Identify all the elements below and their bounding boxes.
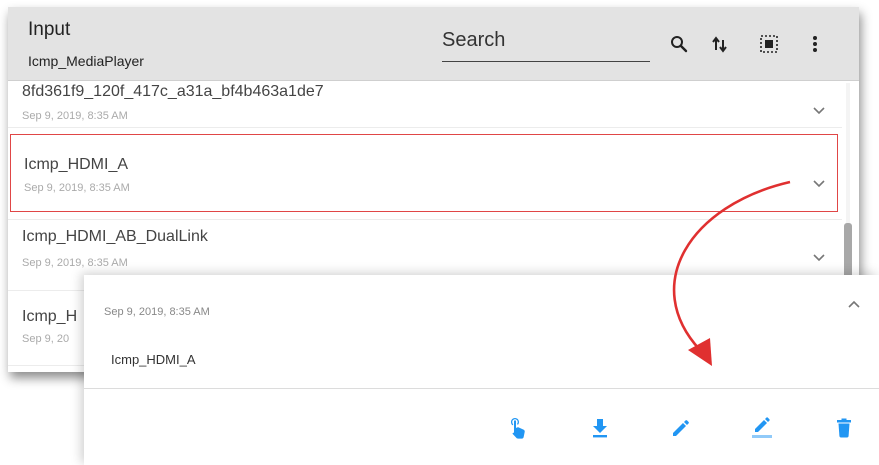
list-item-title: Icmp_HDMI_AB_DualLink xyxy=(22,228,208,245)
list-item-selected[interactable]: Icmp_HDMI_A Sep 9, 2019, 8:35 AM xyxy=(10,134,838,212)
page-title: Input xyxy=(28,19,71,40)
list-item-title: 8fd361f9_120f_417c_a31a_bf4b463a1de7 xyxy=(22,83,324,100)
sort-icon[interactable] xyxy=(709,33,731,55)
search-icon[interactable] xyxy=(668,33,690,55)
list-header: Input Icmp_MediaPlayer Search xyxy=(8,7,859,81)
chevron-down-icon[interactable] xyxy=(812,105,826,115)
edit-underline-icon[interactable] xyxy=(749,415,775,441)
touch-icon[interactable] xyxy=(506,415,532,441)
download-icon[interactable] xyxy=(587,415,613,441)
chevron-down-icon[interactable] xyxy=(812,252,826,262)
search-input[interactable]: Search xyxy=(442,29,505,52)
detail-name: Icmp_HDMI_A xyxy=(111,352,196,367)
expanded-item-card: Sep 9, 2019, 8:35 AM Icmp_HDMI_A xyxy=(84,275,879,465)
list-item-date: Sep 9, 2019, 8:35 AM xyxy=(24,182,130,194)
detail-date: Sep 9, 2019, 8:35 AM xyxy=(104,306,210,318)
list-item-date: Sep 9, 20 xyxy=(22,333,70,345)
divider xyxy=(84,388,879,389)
scrollbar-thumb[interactable] xyxy=(844,223,852,283)
list-item-title: Icmp_HDMI_A xyxy=(24,156,129,173)
list-item-title: Icmp_H xyxy=(22,308,78,325)
divider xyxy=(8,127,842,128)
list-item-date: Sep 9, 2019, 8:35 AM xyxy=(22,257,128,269)
chevron-up-icon[interactable] xyxy=(847,299,861,309)
select-all-icon[interactable] xyxy=(758,33,780,55)
delete-icon[interactable] xyxy=(831,415,857,441)
list-item-date: Sep 9, 2019, 8:35 AM xyxy=(22,110,128,122)
page-subtitle: Icmp_MediaPlayer xyxy=(28,53,144,69)
chevron-down-icon[interactable] xyxy=(812,178,826,188)
edit-icon[interactable] xyxy=(668,415,694,441)
search-underline xyxy=(442,61,650,62)
more-vert-icon[interactable] xyxy=(804,33,826,55)
